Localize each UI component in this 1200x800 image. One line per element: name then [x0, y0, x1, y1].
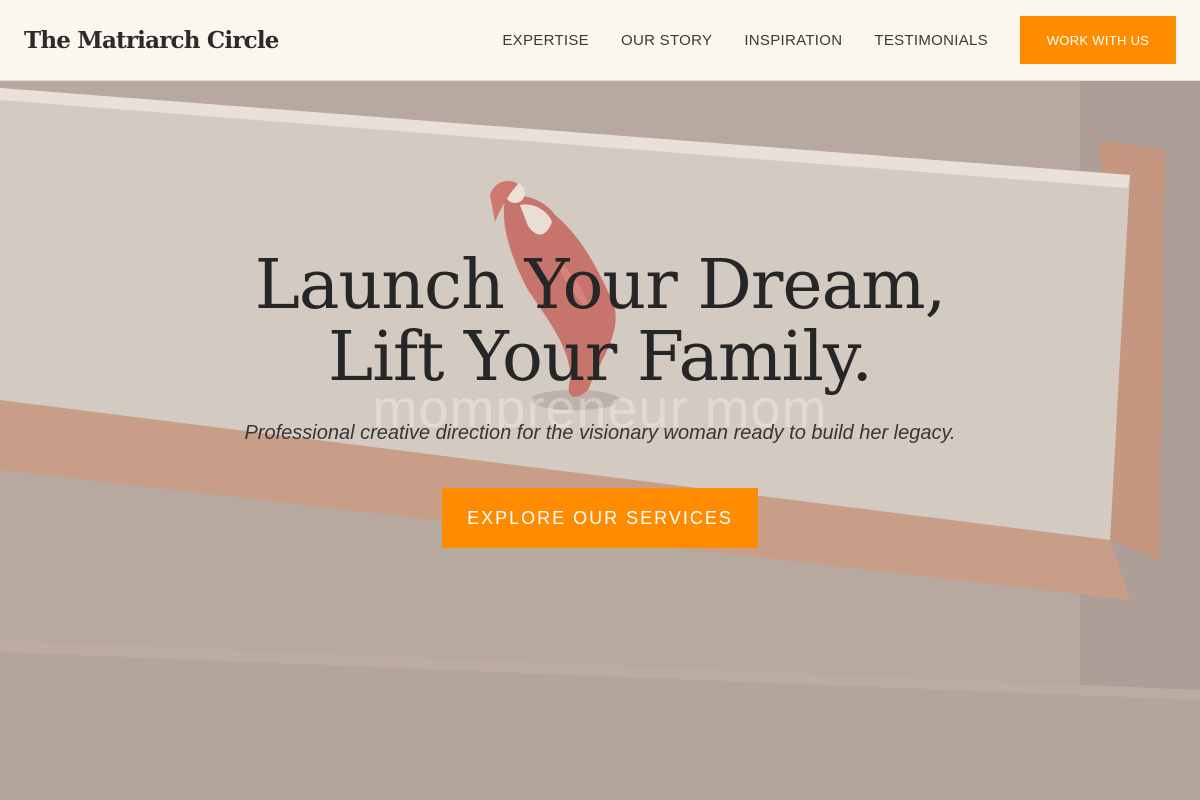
main-nav: EXPERTISE OUR STORY INSPIRATION TESTIMON…: [502, 32, 988, 49]
work-with-us-button[interactable]: WORK WITH US: [1020, 16, 1176, 64]
hero-subtitle: Professional creative direction for the …: [244, 422, 956, 444]
hero-section: Launch Your Dream, Lift Your Family.: [0, 250, 1200, 394]
brand-logo[interactable]: The Matriarch Circle: [24, 27, 279, 54]
explore-services-button[interactable]: EXPLORE OUR SERVICES: [442, 488, 758, 548]
site-header: The Matriarch Circle EXPERTISE OUR STORY…: [0, 0, 1200, 81]
hero-title-line-1: Launch Your Dream,: [254, 246, 947, 325]
nav-link-our-story[interactable]: OUR STORY: [621, 32, 712, 49]
hero-title-line-2: Lift Your Family.: [328, 318, 873, 397]
nav-link-expertise[interactable]: EXPERTISE: [502, 32, 589, 49]
nav-link-inspiration[interactable]: INSPIRATION: [744, 32, 842, 49]
nav-link-testimonials[interactable]: TESTIMONIALS: [874, 32, 988, 49]
hero-title: Launch Your Dream, Lift Your Family.: [0, 250, 1200, 394]
